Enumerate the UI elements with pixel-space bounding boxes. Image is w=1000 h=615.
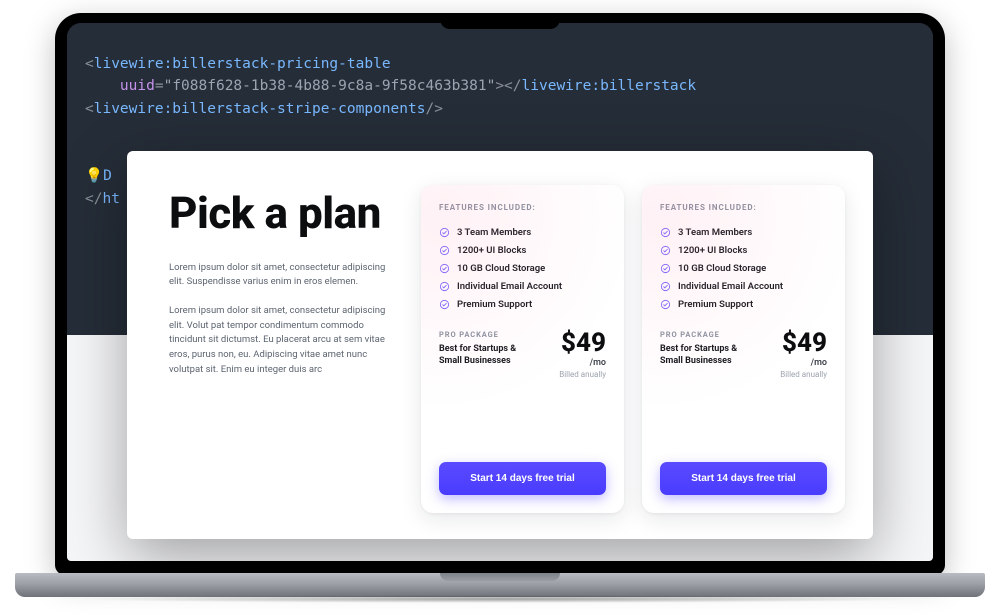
check-icon [660, 281, 671, 292]
feature-text: 3 Team Members [457, 224, 531, 242]
features-label: FEATURES INCLUDED: [439, 203, 606, 212]
feature-item: 10 GB Cloud Storage [439, 260, 606, 278]
check-icon [660, 299, 671, 310]
package-label: PRO PACKAGE [439, 330, 539, 339]
features-list: 3 Team Members 1200+ UI Blocks 10 GB Clo… [439, 224, 606, 314]
check-icon [439, 281, 450, 292]
feature-text: 10 GB Cloud Storage [457, 260, 545, 278]
pricing-modal: Pick a plan Lorem ipsum dolor sit amet, … [127, 151, 873, 539]
intro-paragraph-1: Lorem ipsum dolor sit amet, consectetur … [169, 261, 399, 290]
package-description: Best for Startups & Small Businesses [660, 343, 760, 367]
feature-text: 1200+ UI Blocks [457, 242, 526, 260]
feature-text: 10 GB Cloud Storage [678, 260, 766, 278]
package-row: PRO PACKAGE Best for Startups & Small Bu… [660, 330, 827, 379]
feature-item: 1200+ UI Blocks [660, 242, 827, 260]
feature-item: 10 GB Cloud Storage [660, 260, 827, 278]
feature-text: Premium Support [678, 296, 753, 314]
feature-text: 1200+ UI Blocks [678, 242, 747, 260]
code-attr: uuid [120, 78, 155, 94]
price-period: /mo [559, 358, 606, 368]
lightbulb-icon: 💡 [85, 168, 103, 184]
package-description: Best for Startups & Small Businesses [439, 343, 539, 367]
price-amount: $49 [559, 330, 606, 356]
check-icon [660, 227, 671, 238]
price-amount: $49 [780, 330, 827, 356]
check-icon [439, 299, 450, 310]
feature-item: Premium Support [439, 296, 606, 314]
feature-text: Individual Email Account [678, 278, 783, 296]
laptop-shadow [73, 595, 927, 603]
code-attr-value: f088f628-1b38-4b88-9c8a-9f58c463b381 [172, 78, 486, 94]
code-fragment-2: ht [102, 191, 119, 207]
code-close-tag: livewire:billerstack [522, 78, 697, 94]
feature-text: Premium Support [457, 296, 532, 314]
feature-item: Individual Email Account [439, 278, 606, 296]
pricing-card: FEATURES INCLUDED: 3 Team Members 1200+ … [421, 185, 624, 513]
code-fragment: D [103, 168, 112, 184]
package-row: PRO PACKAGE Best for Startups & Small Bu… [439, 330, 606, 379]
pricing-card: FEATURES INCLUDED: 3 Team Members 1200+ … [642, 185, 845, 513]
start-trial-button[interactable]: Start 14 days free trial [660, 462, 827, 495]
camera-notch [440, 13, 560, 29]
check-icon [660, 263, 671, 274]
billing-note: Billed anually [559, 370, 606, 379]
laptop-base [15, 573, 985, 597]
screen-bezel: <livewire:billerstack-pricing-table uuid… [55, 13, 945, 575]
pricing-intro-column: Pick a plan Lorem ipsum dolor sit amet, … [169, 185, 399, 513]
pricing-cards-row: FEATURES INCLUDED: 3 Team Members 1200+ … [421, 185, 845, 513]
feature-item: Premium Support [660, 296, 827, 314]
laptop-frame: <livewire:billerstack-pricing-table uuid… [15, 13, 985, 603]
feature-item: 3 Team Members [439, 224, 606, 242]
page-title: Pick a plan [169, 191, 399, 235]
code-tag: livewire:billerstack-pricing-table [94, 56, 391, 72]
feature-item: 3 Team Members [660, 224, 827, 242]
feature-item: Individual Email Account [660, 278, 827, 296]
feature-text: 3 Team Members [678, 224, 752, 242]
price-period: /mo [780, 358, 827, 368]
check-icon [439, 245, 450, 256]
screen: <livewire:billerstack-pricing-table uuid… [67, 23, 933, 561]
features-list: 3 Team Members 1200+ UI Blocks 10 GB Clo… [660, 224, 827, 314]
code-tag-2: livewire:billerstack-stripe-components [94, 101, 426, 117]
feature-text: Individual Email Account [457, 278, 562, 296]
feature-item: 1200+ UI Blocks [439, 242, 606, 260]
check-icon [439, 227, 450, 238]
check-icon [439, 263, 450, 274]
features-label: FEATURES INCLUDED: [660, 203, 827, 212]
package-label: PRO PACKAGE [660, 330, 760, 339]
intro-paragraph-2: Lorem ipsum dolor sit amet, consectetur … [169, 304, 399, 378]
start-trial-button[interactable]: Start 14 days free trial [439, 462, 606, 495]
billing-note: Billed anually [780, 370, 827, 379]
check-icon [660, 245, 671, 256]
